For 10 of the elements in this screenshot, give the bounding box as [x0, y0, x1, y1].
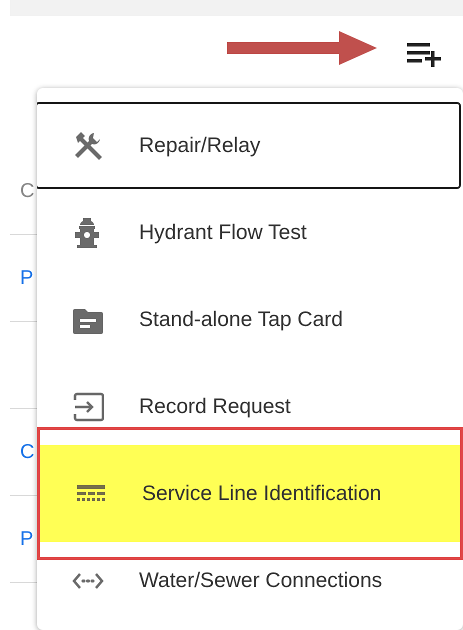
menu-item[interactable]: Stand-alone Tap Card — [37, 276, 463, 363]
menu-item[interactable]: Repair/Relay — [37, 102, 461, 189]
table-link[interactable]: P — [20, 528, 34, 550]
menu-item[interactable]: Service Line Identification — [40, 445, 460, 542]
table-link[interactable]: P — [20, 266, 34, 290]
menu-item[interactable]: Hydrant Flow Test — [37, 189, 463, 276]
table-link[interactable]: C — [20, 440, 34, 464]
input-icon — [72, 392, 104, 422]
column-label: C — [20, 180, 34, 202]
add-to-list-icon[interactable] — [407, 41, 443, 67]
